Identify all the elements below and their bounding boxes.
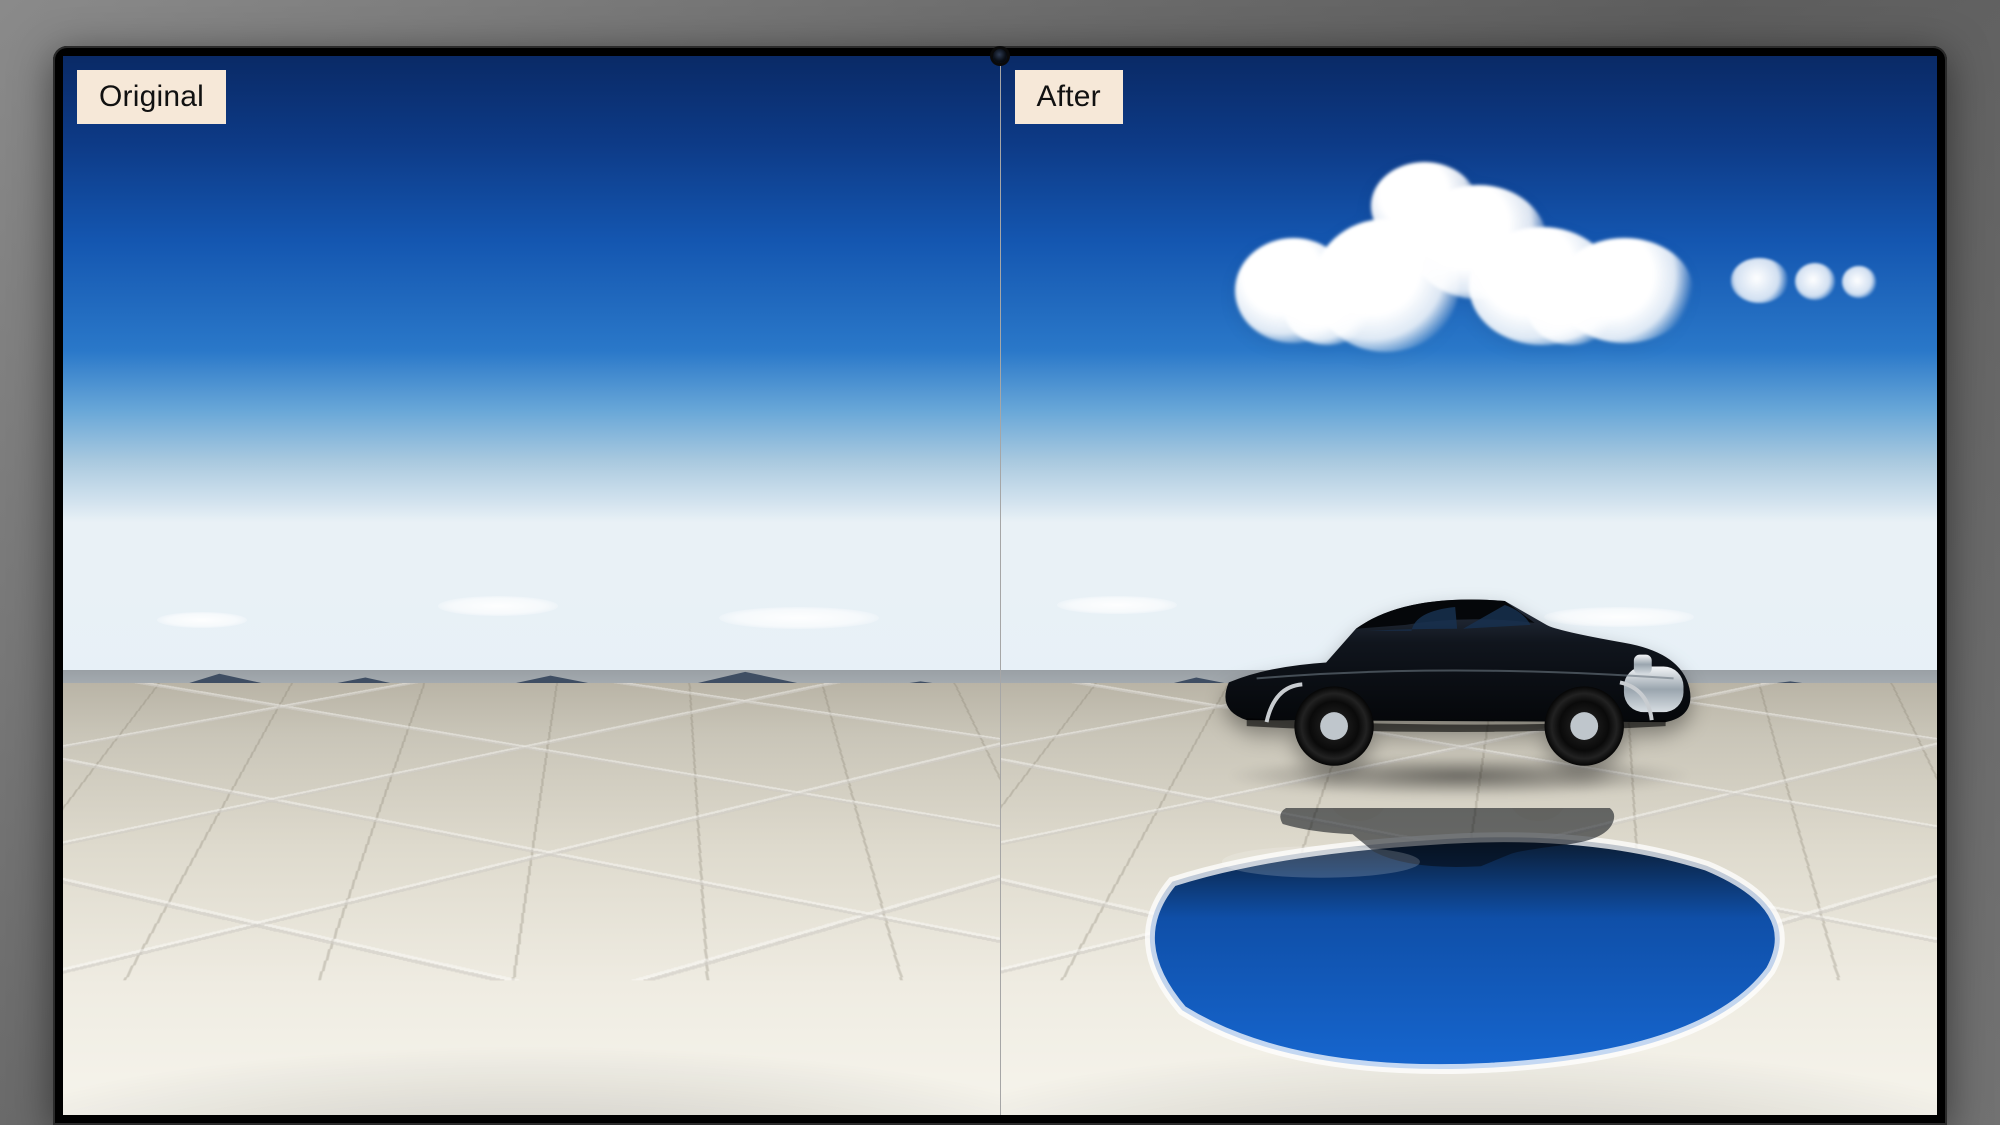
cloud	[1057, 596, 1177, 614]
comparison-screen: Original	[63, 56, 1937, 1115]
cloud-trail	[1731, 236, 1900, 310]
cloud	[719, 607, 879, 629]
vintage-car	[1207, 554, 1703, 787]
webcam-dot	[993, 49, 1007, 63]
after-label: After	[1015, 70, 1123, 124]
car-shaped-cloud	[1225, 162, 1712, 353]
cloud	[438, 596, 558, 616]
salt-flat	[63, 683, 1000, 1115]
cloud	[157, 612, 247, 628]
after-panel: After	[1001, 56, 1938, 1115]
laptop-frame: Original	[53, 46, 1947, 1125]
water-pool	[1113, 808, 1806, 1094]
original-panel: Original	[63, 56, 1001, 1115]
original-label: Original	[77, 70, 226, 124]
sky	[63, 56, 1000, 670]
